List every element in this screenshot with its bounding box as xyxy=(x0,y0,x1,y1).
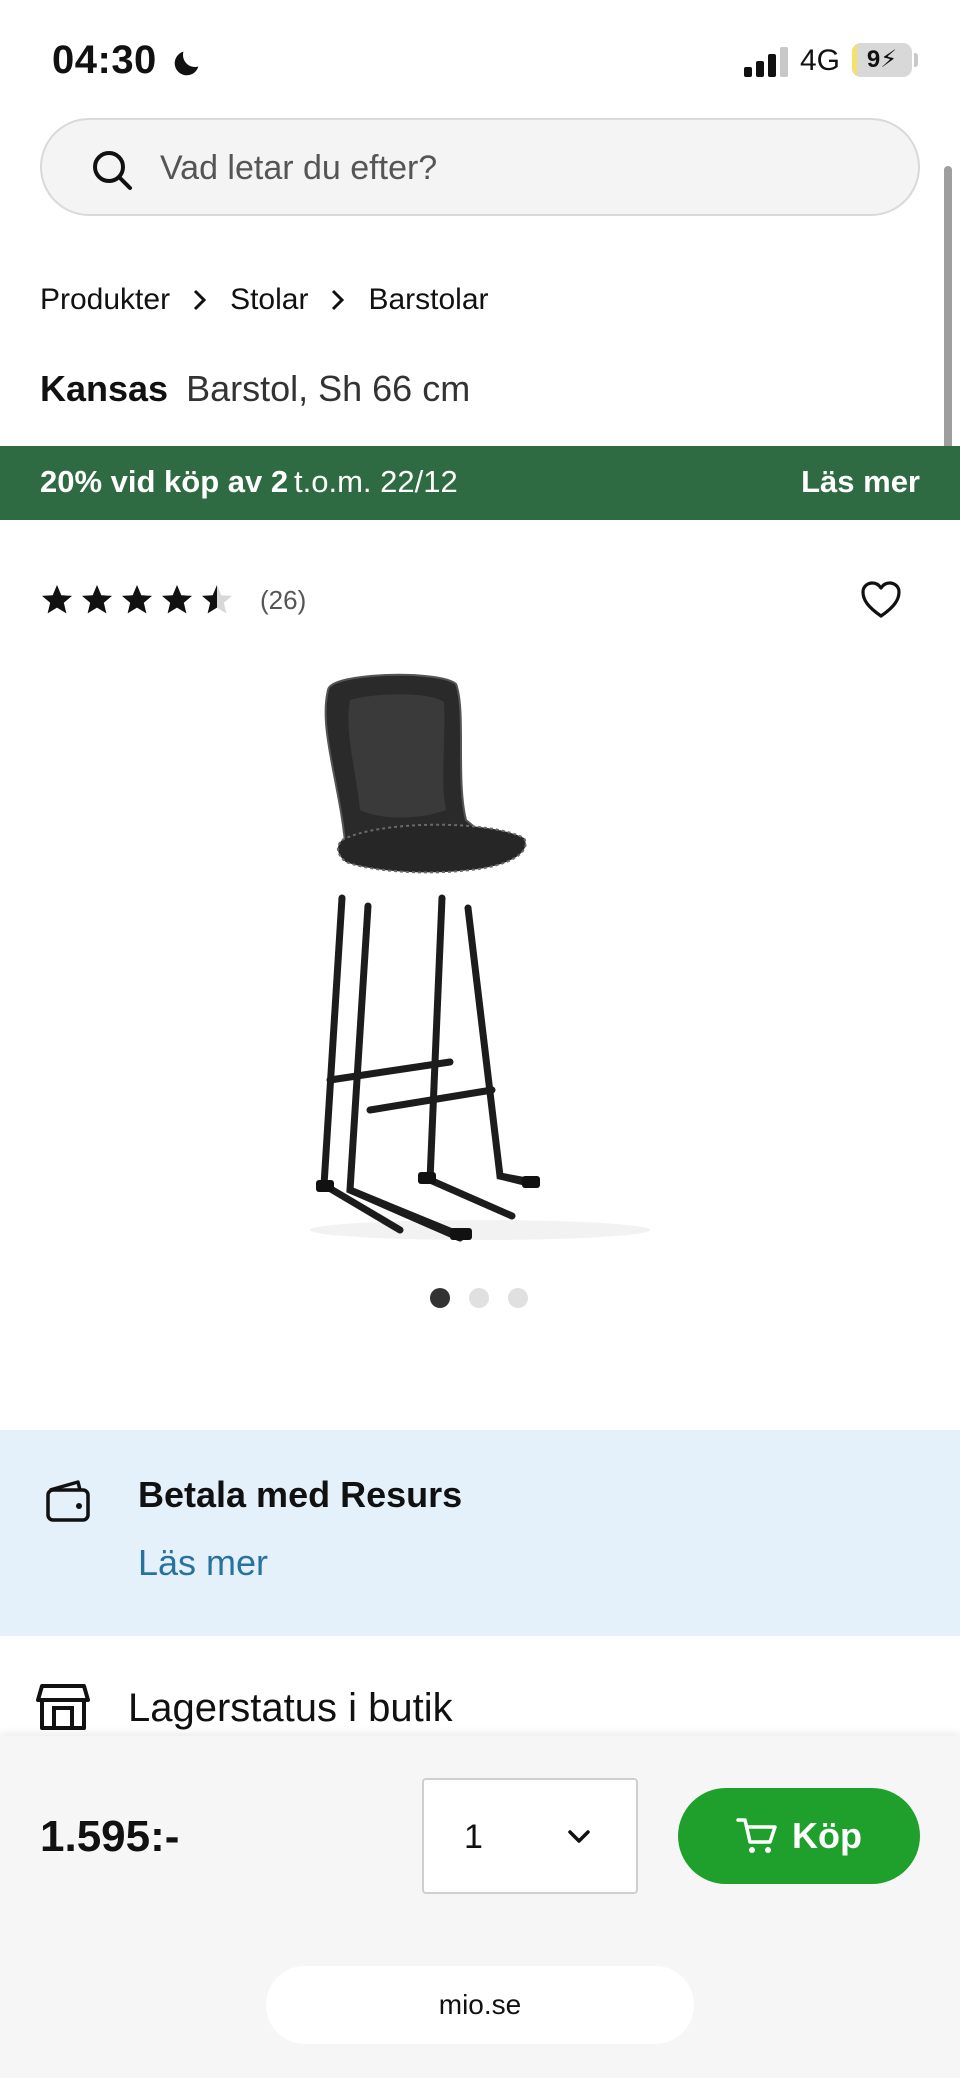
breadcrumb-item-produkter[interactable]: Produkter xyxy=(40,283,170,317)
promo-read-more-link[interactable]: Läs mer xyxy=(801,464,920,500)
purchase-bar: 1.595:- 1 Köp mio.se xyxy=(0,1736,960,2078)
heart-icon[interactable] xyxy=(860,580,902,620)
wallet-icon xyxy=(46,1480,90,1522)
network-label: 4G xyxy=(800,44,841,77)
carousel-dot[interactable] xyxy=(430,1288,450,1308)
payment-read-more-link[interactable]: Läs mer xyxy=(138,1542,268,1584)
breadcrumb: Produkter Stolar Barstolar xyxy=(40,278,489,322)
search-input[interactable] xyxy=(160,140,860,196)
stock-status-row[interactable]: Lagerstatus i butik xyxy=(0,1636,960,1736)
product-title: Kansas Barstol, Sh 66 cm xyxy=(40,368,470,410)
carousel-dot[interactable] xyxy=(469,1288,489,1308)
chair-seat xyxy=(336,823,527,874)
star-icon xyxy=(162,585,192,614)
buy-button[interactable]: Köp xyxy=(678,1788,920,1884)
star-icon xyxy=(82,585,112,614)
product-description: Barstol, Sh 66 cm xyxy=(186,368,471,409)
promo-offer: 20% vid köp av 2 xyxy=(40,464,289,499)
star-icon xyxy=(202,585,232,614)
battery-cap xyxy=(914,53,918,67)
promo-banner[interactable]: 20% vid köp av 2 t.o.m. 22/12 Läs mer xyxy=(0,446,960,520)
status-bar: 04:30 4G 9⚡ xyxy=(0,0,960,118)
payment-info-box: Betala med Resurs Läs mer xyxy=(0,1430,960,1636)
rating-stars xyxy=(40,583,234,617)
product-brand: Kansas xyxy=(40,368,169,409)
cart-icon xyxy=(736,1818,777,1853)
review-count: (26) xyxy=(260,584,307,615)
carousel-dot[interactable] xyxy=(508,1288,528,1308)
product-rating[interactable]: (26) xyxy=(40,578,306,622)
battery-icon: 9⚡ xyxy=(852,43,912,77)
payment-title: Betala med Resurs xyxy=(138,1474,463,1515)
promo-date: t.o.m. 22/12 xyxy=(294,464,458,499)
product-price: 1.595:- xyxy=(40,1812,180,1861)
status-time: 04:30 xyxy=(52,38,157,82)
search-bar[interactable] xyxy=(40,118,920,216)
quantity-value: 1 xyxy=(464,1818,483,1856)
search-icon xyxy=(93,151,132,190)
chevron-right-icon xyxy=(308,288,368,312)
chevron-right-icon xyxy=(170,288,230,312)
store-icon xyxy=(36,1684,90,1730)
battery-level: 9⚡ xyxy=(866,46,898,73)
browser-url-bar[interactable]: mio.se xyxy=(266,1966,694,2044)
star-icon xyxy=(122,585,152,614)
product-image[interactable] xyxy=(270,670,690,1250)
breadcrumb-item-barstolar[interactable]: Barstolar xyxy=(368,283,488,317)
stock-status-label: Lagerstatus i butik xyxy=(128,1686,453,1730)
chair-legs xyxy=(320,894,536,1242)
buy-button-label: Köp xyxy=(792,1815,862,1856)
chevron-down-icon xyxy=(568,1830,590,1843)
signal-icon xyxy=(744,47,788,77)
breadcrumb-item-stolar[interactable]: Stolar xyxy=(230,283,308,317)
image-carousel-dots[interactable] xyxy=(430,1288,528,1308)
moon-icon xyxy=(174,51,199,76)
star-icon xyxy=(42,585,72,614)
quantity-select[interactable]: 1 xyxy=(422,1778,638,1894)
